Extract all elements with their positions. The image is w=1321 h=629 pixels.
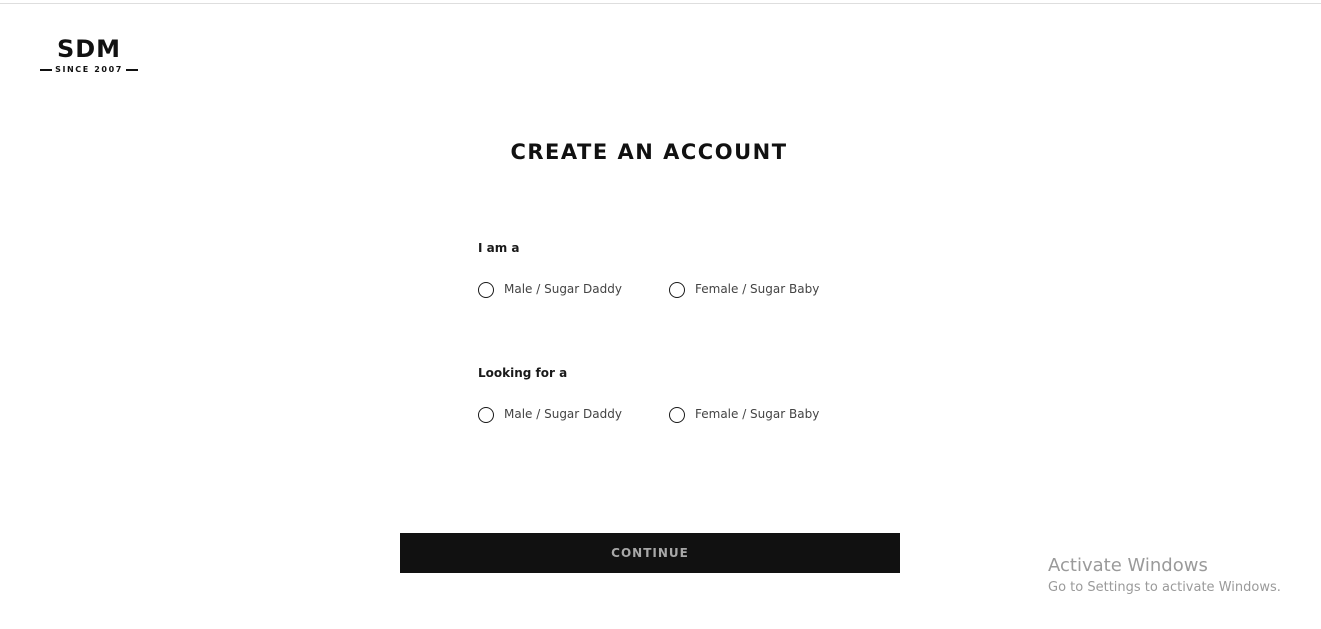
i-am-group: I am a Male / Sugar Daddy Female / Sugar… xyxy=(478,240,898,301)
looking-for-male-label: Male / Sugar Daddy xyxy=(504,407,622,421)
continue-label: CONTINUE xyxy=(611,546,689,560)
looking-for-female-option[interactable]: Female / Sugar Baby xyxy=(669,402,819,426)
i-am-male-radio[interactable] xyxy=(478,281,494,298)
top-divider xyxy=(0,3,1321,4)
looking-for-label: Looking for a xyxy=(478,366,568,380)
i-am-male-label: Male / Sugar Daddy xyxy=(504,282,622,296)
logo[interactable]: SDM SINCE 2007 xyxy=(40,36,138,75)
i-am-female-radio[interactable] xyxy=(669,281,685,298)
i-am-female-label: Female / Sugar Baby xyxy=(695,282,820,296)
i-am-female-option[interactable]: Female / Sugar Baby xyxy=(669,277,819,301)
i-am-label: I am a xyxy=(478,241,520,255)
looking-for-male-option[interactable]: Male / Sugar Daddy xyxy=(478,402,622,426)
i-am-options: Male / Sugar Daddy Female / Sugar Baby xyxy=(478,277,898,301)
looking-for-options: Male / Sugar Daddy Female / Sugar Baby xyxy=(478,402,898,426)
logo-dash-right xyxy=(125,69,138,71)
looking-for-group: Looking for a Male / Sugar Daddy Female … xyxy=(478,365,898,426)
logo-subtitle: SINCE 2007 xyxy=(40,65,138,75)
logo-subtitle-text: SINCE 2007 xyxy=(55,65,123,74)
looking-for-male-radio[interactable] xyxy=(478,406,494,423)
looking-for-female-radio[interactable] xyxy=(669,406,685,423)
page-title: CREATE AN ACCOUNT xyxy=(510,140,788,164)
logo-dash-left xyxy=(40,69,53,71)
logo-title: SDM xyxy=(56,35,122,63)
continue-button[interactable]: CONTINUE xyxy=(400,533,900,573)
looking-for-female-label: Female / Sugar Baby xyxy=(695,407,820,421)
watermark-title: Activate Windows xyxy=(1048,555,1208,576)
activate-windows-watermark: Activate Windows Go to Settings to activ… xyxy=(1048,554,1318,597)
i-am-male-option[interactable]: Male / Sugar Daddy xyxy=(478,277,622,301)
watermark-subtitle: Go to Settings to activate Windows. xyxy=(1048,580,1281,595)
